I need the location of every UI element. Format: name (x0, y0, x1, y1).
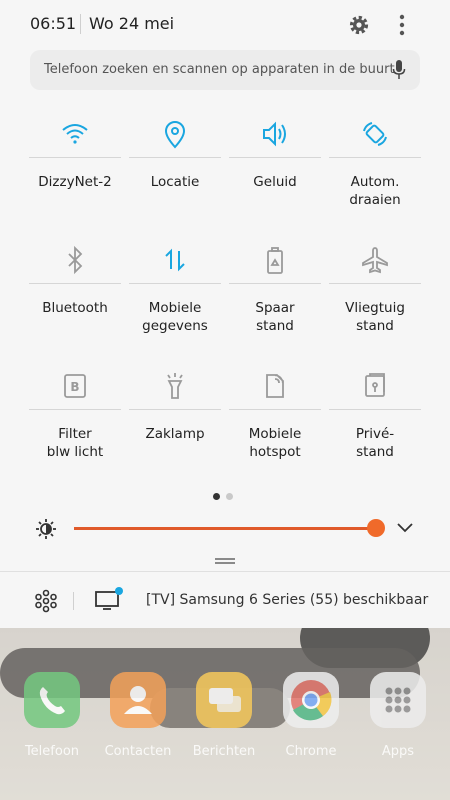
tile-label: Autom. draaien (349, 174, 401, 208)
page-indicator (213, 485, 239, 504)
search-placeholder: Telefoon zoeken en scannen op apparaten … (44, 62, 395, 77)
date-label: Wo 24 mei (89, 14, 175, 33)
tile-blue-light-filter[interactable]: B Filter blw licht (29, 358, 121, 468)
more-options-icon[interactable] (392, 12, 412, 38)
tv-available-notification[interactable]: [TV] Samsung 6 Series (55) beschikbaar (146, 592, 428, 608)
tile-underline (329, 157, 421, 158)
tile-underline (129, 283, 221, 284)
quick-settings-panel: 06:51 Wo 24 mei Telefoon zoeken en scann… (0, 0, 450, 628)
tile-wifi[interactable]: DizzyNet-2 (29, 106, 121, 216)
tile-private-mode[interactable]: Privé- stand (329, 358, 421, 468)
panel-drag-handle[interactable] (215, 557, 235, 565)
tile-label: Mobiele hotspot (248, 426, 302, 460)
microphone-icon[interactable] (392, 60, 406, 80)
wifi-icon (62, 124, 88, 144)
power-saving-icon (267, 247, 283, 274)
tile-label: DizzyNet-2 (38, 174, 112, 190)
brightness-slider-track[interactable] (74, 527, 376, 530)
airplane-icon (362, 247, 388, 274)
blue-light-filter-icon: B (64, 374, 86, 398)
notification-divider (73, 592, 74, 610)
tile-underline (329, 409, 421, 410)
tile-underline (229, 409, 321, 410)
tile-underline (129, 157, 221, 158)
tile-underline (329, 283, 421, 284)
tile-label: Bluetooth (42, 300, 108, 316)
panel-divider (0, 571, 450, 572)
tile-underline (29, 157, 121, 158)
bluetooth-icon (68, 245, 83, 275)
tile-label: Spaar stand (255, 300, 295, 334)
flashlight-icon (167, 373, 183, 399)
tile-label: Locatie (150, 174, 200, 190)
tile-label: Privé- stand (355, 426, 395, 460)
sound-icon (263, 121, 286, 147)
tile-label: Filter blw licht (46, 426, 104, 460)
svg-text:B: B (70, 380, 79, 394)
tile-airplane-mode[interactable]: Vliegtuig stand (329, 232, 421, 342)
device-search-bar[interactable]: Telefoon zoeken en scannen op apparaten … (30, 50, 420, 90)
location-icon (164, 121, 186, 149)
tile-underline (29, 283, 121, 284)
tile-underline (229, 157, 321, 158)
header-divider (80, 14, 81, 34)
tile-auto-rotate[interactable]: Autom. draaien (329, 106, 421, 216)
tile-label: Geluid (253, 174, 297, 190)
clock: 06:51 (30, 14, 77, 33)
hotspot-icon (266, 374, 284, 398)
brightness-slider-thumb[interactable] (367, 519, 385, 537)
tile-underline (129, 409, 221, 410)
tile-mobile-hotspot[interactable]: Mobiele hotspot (229, 358, 321, 468)
mobile-data-icon (165, 248, 185, 272)
tile-sound[interactable]: Geluid (229, 106, 321, 216)
tile-label: Mobiele gegevens (142, 300, 208, 334)
background-scrim (0, 628, 450, 800)
tile-underline (229, 283, 321, 284)
nearby-devices-icon[interactable] (34, 589, 58, 613)
tile-label: Vliegtuig stand (345, 300, 405, 334)
page-dot-active (213, 493, 220, 500)
gear-icon[interactable] (346, 12, 372, 38)
tile-underline (29, 409, 121, 410)
tile-flashlight[interactable]: Zaklamp (129, 358, 221, 468)
private-mode-icon (365, 373, 385, 397)
brightness-icon (36, 519, 56, 539)
tile-label: Zaklamp (145, 426, 205, 442)
auto-rotate-icon (363, 122, 387, 146)
tile-power-saving[interactable]: Spaar stand (229, 232, 321, 342)
tile-bluetooth[interactable]: Bluetooth (29, 232, 121, 342)
page-dot (226, 493, 233, 500)
chevron-down-icon[interactable] (396, 520, 414, 536)
status-header: 06:51 Wo 24 mei (0, 0, 450, 50)
tile-location[interactable]: Locatie (129, 106, 221, 216)
tv-icon (95, 587, 123, 610)
tile-mobile-data[interactable]: Mobiele gegevens (129, 232, 221, 342)
